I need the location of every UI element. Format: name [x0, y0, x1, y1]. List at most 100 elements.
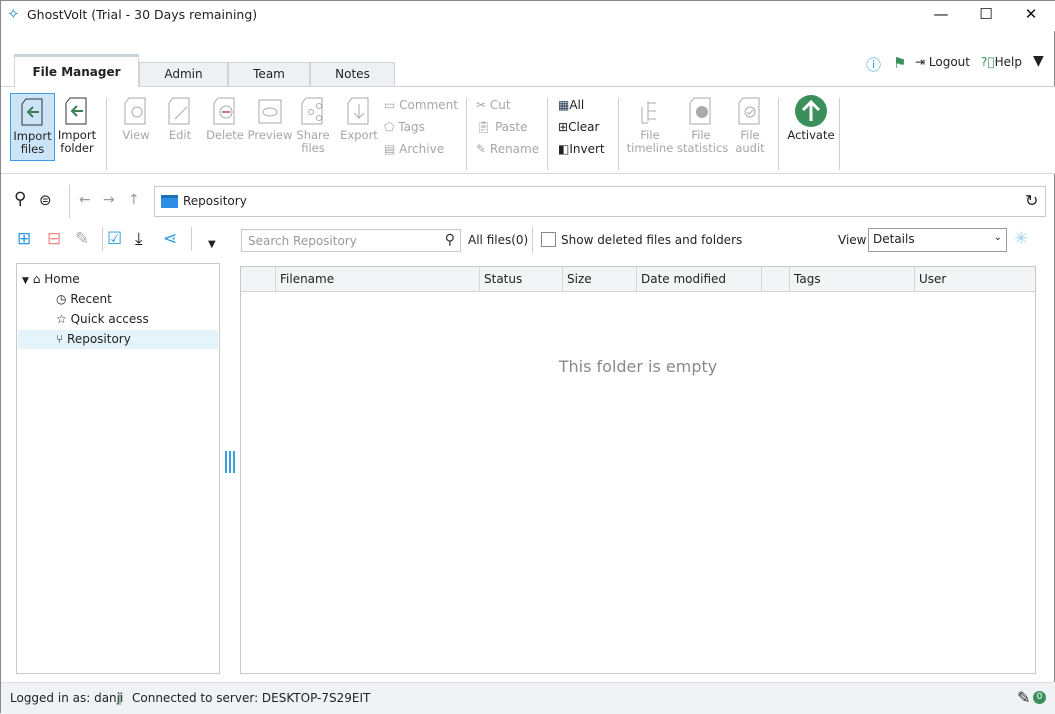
preview-icon: [258, 99, 282, 124]
search-icon[interactable]: ⚲: [445, 232, 455, 248]
empty-folder-message: This folder is empty: [558, 357, 718, 376]
activate-label: Activate: [787, 128, 835, 142]
refresh-icon[interactable]: ↻: [1025, 191, 1038, 210]
tree-item-home[interactable]: ▼ ⌂ Home: [18, 270, 218, 289]
clear-selection-button[interactable]: ⊞Clear: [558, 117, 599, 137]
menu-dropdown-icon[interactable]: ▼: [1033, 53, 1044, 69]
star-icon: ☆: [56, 312, 67, 326]
flag-icon[interactable]: ⚑: [893, 54, 906, 72]
share-icon: [301, 97, 323, 125]
search-input[interactable]: Search Repository ⚲: [241, 229, 461, 252]
column-header-size[interactable]: Size: [563, 267, 637, 292]
file-statistics-label: File statistics: [677, 128, 729, 155]
export-label: Export: [340, 128, 378, 142]
file-grid: Filename Status Size Date modified Tags …: [240, 266, 1036, 674]
scissors-icon: ✂: [476, 98, 487, 112]
comment-button[interactable]: ▭ Comment: [384, 95, 458, 115]
tags-button[interactable]: ⬠ Tags: [384, 117, 425, 137]
logout-button[interactable]: ⇥ Logout: [915, 55, 970, 69]
preview-button[interactable]: Preview: [247, 93, 293, 161]
tab-team[interactable]: Team: [228, 62, 310, 86]
tree-item-repository[interactable]: ⑂ Repository: [18, 330, 218, 349]
ribbon-separator: [778, 98, 779, 170]
nav-separator: [69, 185, 70, 218]
invert-selection-button[interactable]: ◧Invert: [558, 139, 605, 159]
folder-check-icon[interactable]: ☑: [107, 229, 122, 249]
ribbon-separator: [839, 98, 840, 170]
archive-button[interactable]: ▤ Archive: [384, 139, 444, 159]
tree-label: Home: [44, 272, 80, 286]
tree-item-recent[interactable]: ◷ Recent: [18, 290, 218, 309]
remove-folder-icon[interactable]: ⊟: [47, 229, 61, 249]
column-header-tags[interactable]: Tags: [790, 267, 915, 292]
splitter-handle[interactable]: [225, 451, 235, 473]
paste-button[interactable]: 📋︎ Paste: [476, 117, 527, 137]
tree-label: Quick access: [70, 312, 149, 326]
view-selected: Details: [873, 232, 915, 246]
column-header-status[interactable]: Status: [480, 267, 563, 292]
view-button[interactable]: View: [118, 93, 154, 161]
file-audit-button[interactable]: File audit: [732, 93, 768, 161]
import-files-label: Import files: [13, 129, 52, 156]
audit-icon: [738, 97, 760, 125]
share-files-button[interactable]: Share files: [295, 93, 331, 161]
activate-button[interactable]: Activate: [787, 93, 835, 161]
rename-button[interactable]: ✎ Rename: [476, 139, 539, 159]
view-icon: [124, 97, 146, 125]
cut-label: Cut: [489, 98, 511, 112]
folder-download-icon[interactable]: ⤓: [135, 229, 143, 249]
export-button[interactable]: Export: [339, 93, 379, 161]
toolbar-separator: [102, 227, 103, 251]
expand-icon[interactable]: ▼: [22, 276, 29, 286]
import-folder-label: Import folder: [57, 128, 97, 155]
address-bar[interactable]: Repository ↻: [154, 186, 1046, 217]
minimize-button[interactable]: —: [926, 5, 956, 25]
pencil-icon: ✎: [476, 142, 487, 156]
maximize-button[interactable]: ☐: [971, 5, 1001, 25]
column-header-blank[interactable]: [762, 267, 790, 292]
close-button[interactable]: ✕: [1016, 5, 1046, 25]
column-header-filename[interactable]: Filename: [276, 267, 480, 292]
delete-button[interactable]: Delete: [205, 93, 245, 161]
pen-icon[interactable]: ✎: [1017, 683, 1030, 713]
up-icon[interactable]: ↑: [128, 192, 140, 208]
import-file-icon: [21, 98, 42, 126]
help-button[interactable]: ?⃝Help: [981, 55, 1022, 69]
folder-share-icon[interactable]: ⋖: [163, 229, 177, 249]
column-header-user[interactable]: User: [915, 267, 1035, 292]
toolbar-more-icon[interactable]: ▼: [208, 239, 216, 250]
rename-folder-icon[interactable]: ✎: [75, 229, 89, 249]
app-logo-icon: ✧: [7, 5, 20, 23]
edit-icon: [168, 97, 190, 125]
export-icon: [347, 97, 369, 125]
show-deleted-checkbox[interactable]: [541, 232, 556, 247]
forward-icon[interactable]: →: [103, 192, 115, 208]
search-icon[interactable]: ⚲: [14, 189, 26, 209]
advanced-search-icon[interactable]: ⊜: [39, 191, 52, 209]
back-icon[interactable]: ←: [79, 192, 91, 208]
import-folder-button[interactable]: Import folder: [56, 93, 98, 161]
info-icon[interactable]: ⓘ: [866, 54, 881, 75]
import-files-button[interactable]: Import files: [10, 93, 55, 161]
view-select[interactable]: Details ⌄: [868, 228, 1007, 252]
tree-item-quick-access[interactable]: ☆ Quick access: [18, 310, 218, 329]
all-label: All: [569, 98, 585, 112]
help-icon: ?⃝: [981, 55, 995, 69]
edit-button[interactable]: Edit: [162, 93, 198, 161]
share-files-label: Share files: [296, 128, 330, 155]
file-timeline-button[interactable]: File timeline: [626, 93, 674, 161]
column-header-date-modified[interactable]: Date modified: [637, 267, 762, 292]
tab-notes[interactable]: Notes: [310, 62, 395, 86]
comment-label: Comment: [399, 98, 458, 112]
select-all-button[interactable]: ▦All: [558, 95, 584, 115]
delete-icon: [213, 97, 235, 125]
paste-label: Paste: [495, 120, 528, 134]
ribbon: [1, 86, 1055, 174]
tab-admin[interactable]: Admin: [139, 62, 228, 86]
cut-button[interactable]: ✂ Cut: [476, 95, 511, 115]
select-column-header[interactable]: [241, 267, 276, 292]
file-statistics-button[interactable]: File statistics: [677, 93, 729, 161]
tab-file-manager[interactable]: File Manager: [14, 54, 139, 87]
new-folder-icon[interactable]: ⊞: [17, 229, 31, 249]
folder-icon: [161, 195, 178, 208]
